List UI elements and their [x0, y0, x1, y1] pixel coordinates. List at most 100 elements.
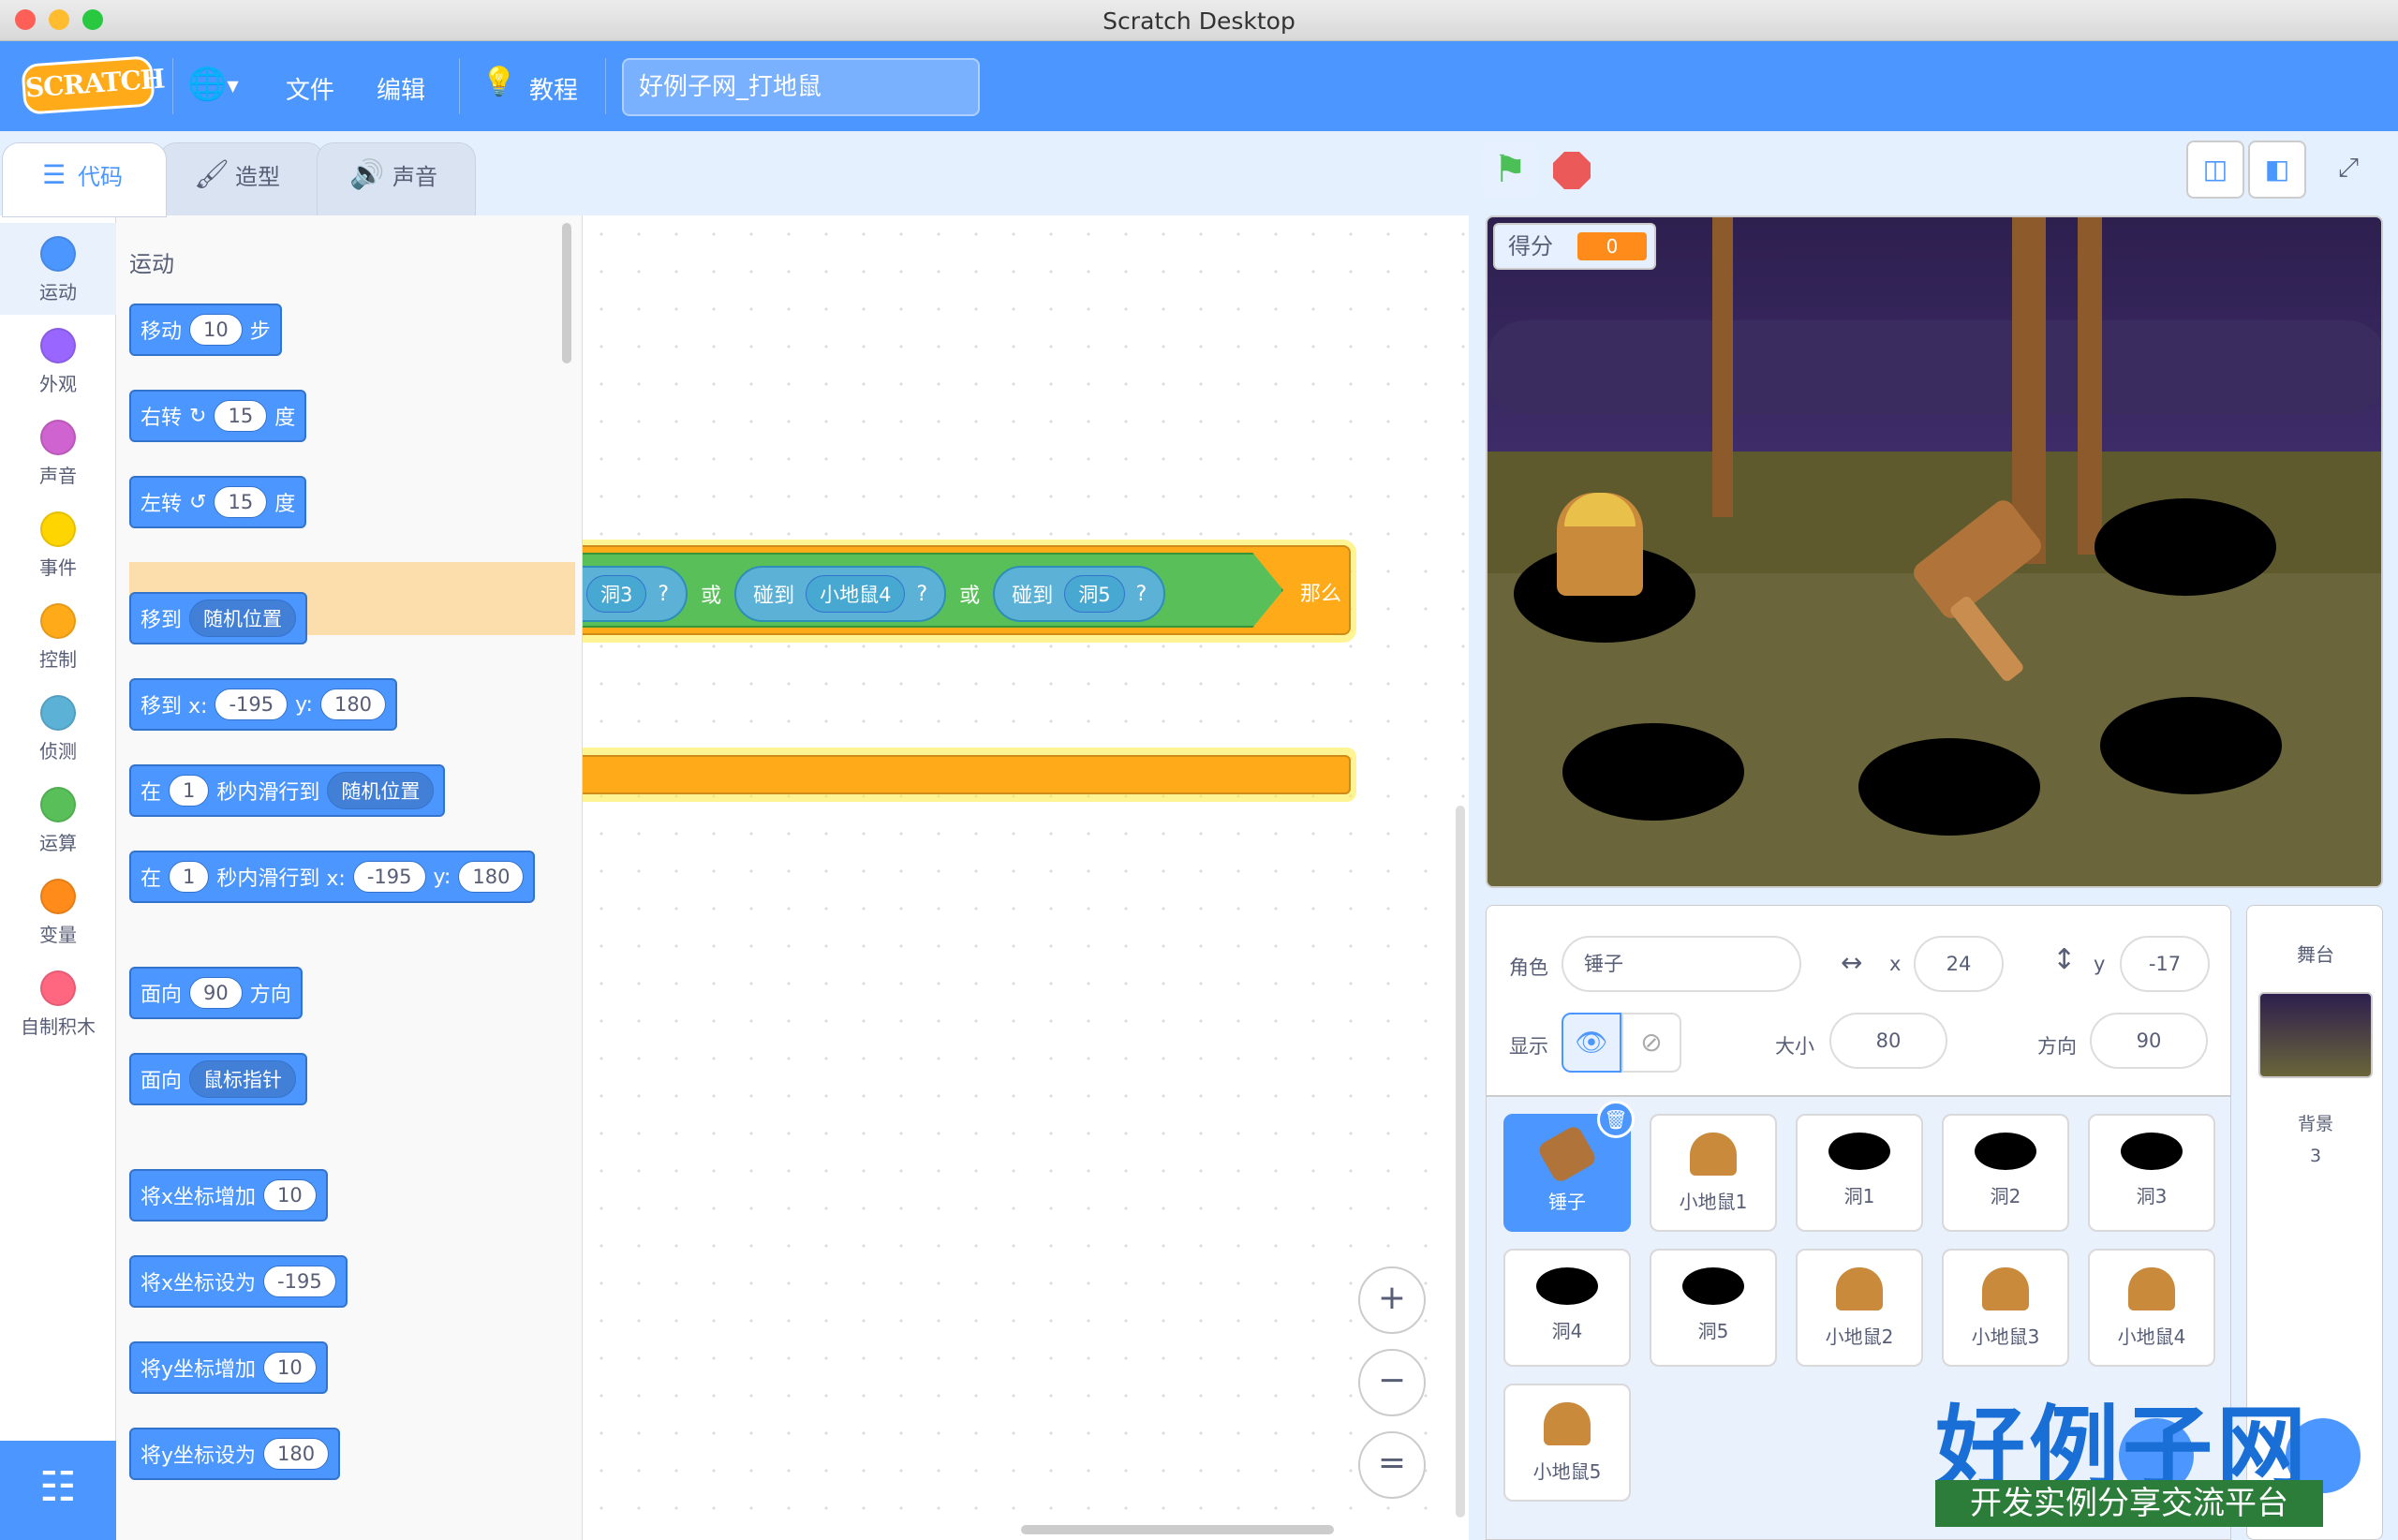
move-steps-block[interactable]: 移动 10 步 — [129, 304, 282, 356]
sprite-name-input[interactable]: 锤子 — [1562, 936, 1801, 992]
variables-dot-icon — [40, 879, 76, 914]
sprite-tile[interactable]: 小地鼠5 — [1503, 1384, 1631, 1502]
seconds-input[interactable]: 1 — [169, 775, 210, 807]
sprite-tile[interactable]: 小地鼠1 — [1650, 1114, 1777, 1232]
goto-target-dropdown[interactable]: 随机位置 — [189, 600, 297, 637]
script-workspace[interactable] — [583, 215, 1469, 1540]
block-label: 秒内滑行到 — [216, 781, 320, 805]
motion-dot-icon — [40, 236, 76, 272]
sprite-tile[interactable]: 洞4 — [1503, 1249, 1631, 1367]
small-stage-icon[interactable]: ◫ — [2186, 141, 2244, 199]
language-globe-icon[interactable]: 🌐▼ — [187, 66, 255, 107]
file-menu[interactable]: 文件 — [286, 71, 334, 106]
turn-right-block[interactable]: 右转 ↻ 15 度 — [129, 390, 307, 442]
point-towards-block[interactable]: 面向 鼠标指针 — [129, 1053, 308, 1105]
sprite-tile[interactable]: 小地鼠3 — [1942, 1249, 2069, 1367]
touching-block[interactable]: 碰到 小地鼠4? — [734, 566, 947, 622]
change-x-block[interactable]: 将x坐标增加 10 — [129, 1169, 328, 1222]
sprite-tile-label: 小地鼠1 — [1679, 1191, 1748, 1213]
direction-input[interactable]: 90 — [189, 977, 243, 1009]
seconds-input[interactable]: 1 — [169, 861, 210, 893]
glide-target-dropdown[interactable]: 随机位置 — [327, 772, 435, 809]
turn-left-block[interactable]: 左转 ↺ 15 度 — [129, 476, 307, 528]
touching-target-dropdown[interactable]: 小地鼠4 — [806, 575, 906, 613]
y-input[interactable]: 180 — [319, 689, 387, 720]
category-label: 运动 — [39, 281, 77, 304]
workspace-vscrollbar[interactable] — [1456, 806, 1465, 1518]
tab-costumes[interactable]: 🖌 造型 — [159, 142, 324, 217]
direction-input[interactable]: 90 — [2090, 1013, 2208, 1069]
sprite-tile[interactable]: 小地鼠2 — [1796, 1249, 1923, 1367]
set-x-block[interactable]: 将x坐标设为 -195 — [129, 1255, 348, 1308]
hide-eye-icon[interactable]: ⊘ — [1621, 1013, 1681, 1073]
goto-block[interactable]: 移到 随机位置 — [129, 592, 308, 644]
sprite-tile[interactable]: 洞1 — [1796, 1114, 1923, 1232]
category-sensing[interactable]: 侦测 — [0, 682, 116, 774]
stop-icon[interactable] — [1553, 152, 1591, 189]
show-eye-icon[interactable]: 👁 — [1562, 1013, 1621, 1073]
block-label: 将y坐标增加 — [141, 1358, 257, 1382]
touching-target-dropdown[interactable]: 洞5 — [1064, 575, 1125, 613]
fullscreen-icon[interactable]: ⤢ — [2319, 141, 2377, 199]
sprite-label: 角色 — [1509, 956, 1548, 979]
show-label: 显示 — [1509, 1035, 1548, 1058]
edit-menu[interactable]: 编辑 — [377, 71, 425, 106]
set-y-block[interactable]: 将y坐标设为 180 — [129, 1428, 341, 1480]
category-operators[interactable]: 运算 — [0, 774, 116, 866]
y-input[interactable]: 180 — [458, 861, 525, 893]
x-input[interactable]: -195 — [352, 861, 426, 893]
y-input[interactable]: -17 — [2120, 936, 2210, 992]
sprite-tile-label: 锤子 — [1548, 1191, 1586, 1213]
category-control[interactable]: 控制 — [0, 590, 116, 682]
tutorials-menu[interactable]: 教程 — [529, 71, 578, 106]
degrees-input[interactable]: 15 — [214, 486, 268, 518]
y-set-input[interactable]: 180 — [263, 1438, 330, 1470]
tab-code[interactable]: ☰ 代码 — [2, 142, 167, 217]
glide-to-block[interactable]: 在 1 秒内滑行到 随机位置 — [129, 764, 446, 817]
towards-dropdown[interactable]: 鼠标指针 — [189, 1060, 297, 1098]
sprite-tile[interactable]: 洞5 — [1650, 1249, 1777, 1367]
category-my-blocks[interactable]: 自制积木 — [0, 957, 116, 1049]
category-sound[interactable]: 声音 — [0, 407, 116, 498]
workspace-scrollbar[interactable] — [1021, 1525, 1334, 1534]
delete-sprite-icon[interactable]: 🗑 — [1597, 1101, 1635, 1138]
sprite-tile-label: 洞2 — [1990, 1185, 2021, 1207]
x-set-input[interactable]: -195 — [263, 1266, 336, 1297]
sprite-tile[interactable]: 洞2 — [1942, 1114, 2069, 1232]
size-input[interactable]: 80 — [1829, 1013, 1947, 1069]
sprite-tile[interactable]: 小地鼠4 — [2088, 1249, 2215, 1367]
x-input[interactable]: 24 — [1914, 936, 2004, 992]
add-extension-button[interactable]: ☷ — [0, 1441, 116, 1540]
stage-canvas[interactable] — [1486, 215, 2383, 888]
scratch-logo[interactable]: SCRATCH — [21, 55, 165, 115]
glide-xy-block[interactable]: 在 1 秒内滑行到 x: -195 y: 180 — [129, 851, 536, 903]
y-change-input[interactable]: 10 — [263, 1352, 317, 1384]
category-events[interactable]: 事件 — [0, 498, 116, 590]
steps-input[interactable]: 10 — [189, 314, 243, 346]
hole-thumbnail-icon — [1975, 1133, 2036, 1170]
large-stage-icon[interactable]: ◧ — [2248, 141, 2306, 199]
project-title-input[interactable]: 好例子网_打地鼠 — [622, 58, 980, 116]
category-label: 自制积木 — [21, 1015, 96, 1038]
backdrops-label: 背景 — [2297, 1114, 2333, 1134]
sprite-tile[interactable]: 洞3 — [2088, 1114, 2215, 1232]
change-y-block[interactable]: 将y坐标增加 10 — [129, 1341, 328, 1394]
zoom-reset-icon[interactable]: = — [1358, 1431, 1426, 1499]
category-looks[interactable]: 外观 — [0, 315, 116, 407]
category-variables[interactable]: 变量 — [0, 866, 116, 957]
green-flag-icon[interactable]: ⚑ — [1482, 142, 1538, 199]
tab-sounds[interactable]: 🔊 声音 — [317, 142, 476, 217]
zoom-out-icon[interactable]: − — [1358, 1349, 1426, 1416]
point-direction-block[interactable]: 面向 90 方向 — [129, 967, 303, 1019]
touching-block[interactable]: 碰到 洞5? — [993, 566, 1166, 622]
lightbulb-icon[interactable]: 💡 — [481, 66, 516, 98]
touching-target-dropdown[interactable]: 洞3 — [586, 575, 647, 613]
palette-scrollbar[interactable] — [562, 223, 571, 363]
x-change-input[interactable]: 10 — [263, 1179, 317, 1211]
degrees-input[interactable]: 15 — [214, 400, 268, 432]
x-input[interactable]: -195 — [215, 689, 289, 720]
goto-xy-block[interactable]: 移到 x: -195 y: 180 — [129, 678, 398, 731]
zoom-in-icon[interactable]: + — [1358, 1266, 1426, 1334]
category-motion[interactable]: 运动 — [0, 223, 116, 315]
events-dot-icon — [40, 511, 76, 547]
